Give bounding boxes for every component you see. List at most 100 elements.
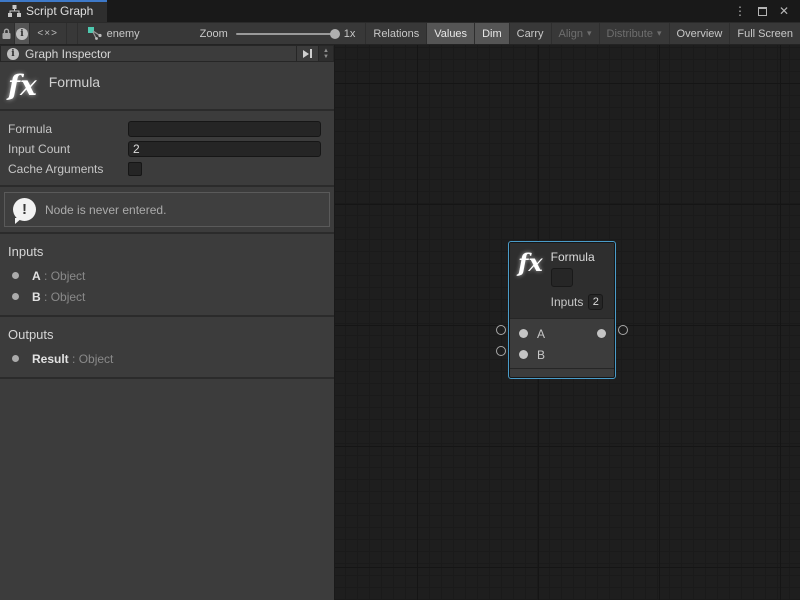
port-type: Object: [51, 290, 86, 304]
close-icon[interactable]: ✕: [776, 3, 792, 19]
fx-icon: fx: [518, 250, 543, 310]
zoom-slider[interactable]: [236, 33, 336, 35]
type-separator: :: [41, 269, 51, 283]
node-port-row-b: B: [510, 344, 614, 365]
input-count-label: Input Count: [8, 142, 128, 156]
formula-node-header[interactable]: fx Formula Inputs 2: [510, 243, 614, 318]
inspector-dock-button[interactable]: [297, 45, 319, 62]
inspector-toggle-button[interactable]: i: [15, 23, 30, 44]
port-row-result: Result : Object: [0, 348, 334, 369]
window-menu-icon[interactable]: ⋮: [732, 3, 748, 19]
port-name: B: [32, 290, 41, 304]
port-dot-icon: [12, 293, 19, 300]
node-formula-input[interactable]: [551, 268, 573, 287]
warning-box: ! Node is never entered.: [4, 192, 330, 227]
port-dot-icon: [12, 355, 19, 362]
outputs-section: Outputs Result : Object: [0, 317, 334, 377]
align-label: Align: [559, 28, 583, 40]
inspector-scroll-spinner[interactable]: ▲ ▼: [319, 45, 334, 62]
window-controls: ⋮ ✕: [732, 0, 800, 22]
cache-arguments-checkbox[interactable]: [128, 162, 142, 176]
zoom-slider-handle[interactable]: [330, 29, 340, 39]
dim-button[interactable]: Dim: [475, 23, 510, 44]
inputs-header: Inputs: [0, 240, 334, 265]
input-port-b-label: B: [537, 348, 545, 362]
maximize-glyph: [758, 7, 767, 16]
code-view-button[interactable]: <×>: [30, 23, 67, 44]
code-icon: <×>: [37, 28, 58, 39]
lock-icon: [1, 28, 12, 40]
zoom-label: Zoom: [200, 28, 228, 40]
carry-label: Carry: [517, 28, 544, 40]
external-connect-point-a[interactable]: [496, 325, 506, 335]
input-port-a[interactable]: [519, 329, 528, 338]
warning-container: ! Node is never entered.: [0, 187, 334, 232]
formula-node-ports: A B: [510, 318, 614, 368]
node-type-title: Formula: [49, 74, 100, 90]
overview-button[interactable]: Overview: [670, 23, 731, 44]
graph-canvas[interactable]: fx Formula Inputs 2 A: [335, 45, 800, 600]
external-connect-point-b[interactable]: [496, 346, 506, 356]
cache-arguments-row: Cache Arguments: [0, 159, 334, 179]
overview-label: Overview: [677, 28, 723, 40]
warning-text: Node is never entered.: [45, 203, 166, 217]
script-graph-icon: [8, 5, 21, 17]
zoom-value: 1x: [344, 28, 356, 40]
node-inputs-count-input[interactable]: 2: [588, 294, 603, 310]
formula-node[interactable]: fx Formula Inputs 2 A: [509, 242, 615, 378]
inspector-title: Graph Inspector: [25, 47, 111, 61]
graph-breadcrumb[interactable]: enemy: [78, 23, 150, 44]
values-label: Values: [434, 28, 467, 40]
warning-bubble-icon: !: [13, 198, 36, 221]
tab-script-graph[interactable]: Script Graph: [0, 0, 107, 22]
type-separator: :: [41, 290, 51, 304]
tab-label: Script Graph: [26, 4, 93, 18]
graph-toolbar: i <×> enemy Zoom 1x Relations Values: [0, 22, 800, 45]
port-name: A: [32, 269, 41, 283]
node-port-row-a: A: [510, 323, 614, 344]
chevron-down-icon: ▾: [587, 28, 592, 39]
zoom-control-group: Zoom 1x: [150, 23, 366, 44]
graph-asset-icon: [88, 27, 102, 40]
port-name: Result: [32, 352, 69, 366]
node-inputs-row: Inputs 2: [551, 294, 604, 310]
fullscreen-label: Full Screen: [737, 28, 793, 40]
chevron-down-icon: ▾: [657, 28, 662, 39]
node-type-header: fx Formula: [0, 62, 334, 109]
fx-icon: fx: [8, 69, 37, 102]
cache-arguments-label: Cache Arguments: [8, 162, 128, 176]
port-dot-icon: [12, 272, 19, 279]
info-icon: i: [7, 48, 19, 60]
main-area: i Graph Inspector ▲ ▼ fx Formula: [0, 45, 800, 600]
external-connect-point-result[interactable]: [618, 325, 628, 335]
type-separator: :: [69, 352, 79, 366]
relations-button[interactable]: Relations: [365, 23, 427, 44]
dock-icon: [303, 50, 309, 58]
formula-node-footer: [510, 368, 614, 377]
spinner-down-icon[interactable]: ▼: [323, 54, 329, 60]
graph-name-label: enemy: [107, 28, 140, 40]
inspector-fields: Formula Input Count 2 Cache Arguments: [0, 111, 334, 185]
input-count-row: Input Count 2: [0, 139, 334, 159]
inspector-header: i Graph Inspector ▲ ▼: [0, 45, 334, 62]
formula-node-title: Formula: [551, 250, 604, 264]
input-port-a-label: A: [537, 327, 545, 341]
inspector-title-bar[interactable]: i Graph Inspector: [0, 45, 297, 62]
inspector-empty-area: [0, 379, 334, 600]
values-button[interactable]: Values: [427, 23, 475, 44]
node-inputs-label: Inputs: [551, 295, 584, 309]
output-port-result[interactable]: [597, 329, 606, 338]
fullscreen-button[interactable]: Full Screen: [730, 23, 800, 44]
input-count-input[interactable]: 2: [128, 141, 321, 157]
inputs-section: Inputs A : Object B : Object: [0, 234, 334, 315]
outputs-header: Outputs: [0, 323, 334, 348]
lock-button[interactable]: [0, 23, 15, 44]
graph-inspector-panel: i Graph Inspector ▲ ▼ fx Formula: [0, 45, 335, 600]
carry-button[interactable]: Carry: [510, 23, 552, 44]
port-type: Object: [79, 352, 114, 366]
input-port-b[interactable]: [519, 350, 528, 359]
formula-input[interactable]: [128, 121, 321, 137]
maximize-icon[interactable]: [754, 3, 770, 19]
tab-active-accent: [0, 0, 107, 2]
distribute-dropdown: Distribute ▾: [600, 23, 670, 44]
